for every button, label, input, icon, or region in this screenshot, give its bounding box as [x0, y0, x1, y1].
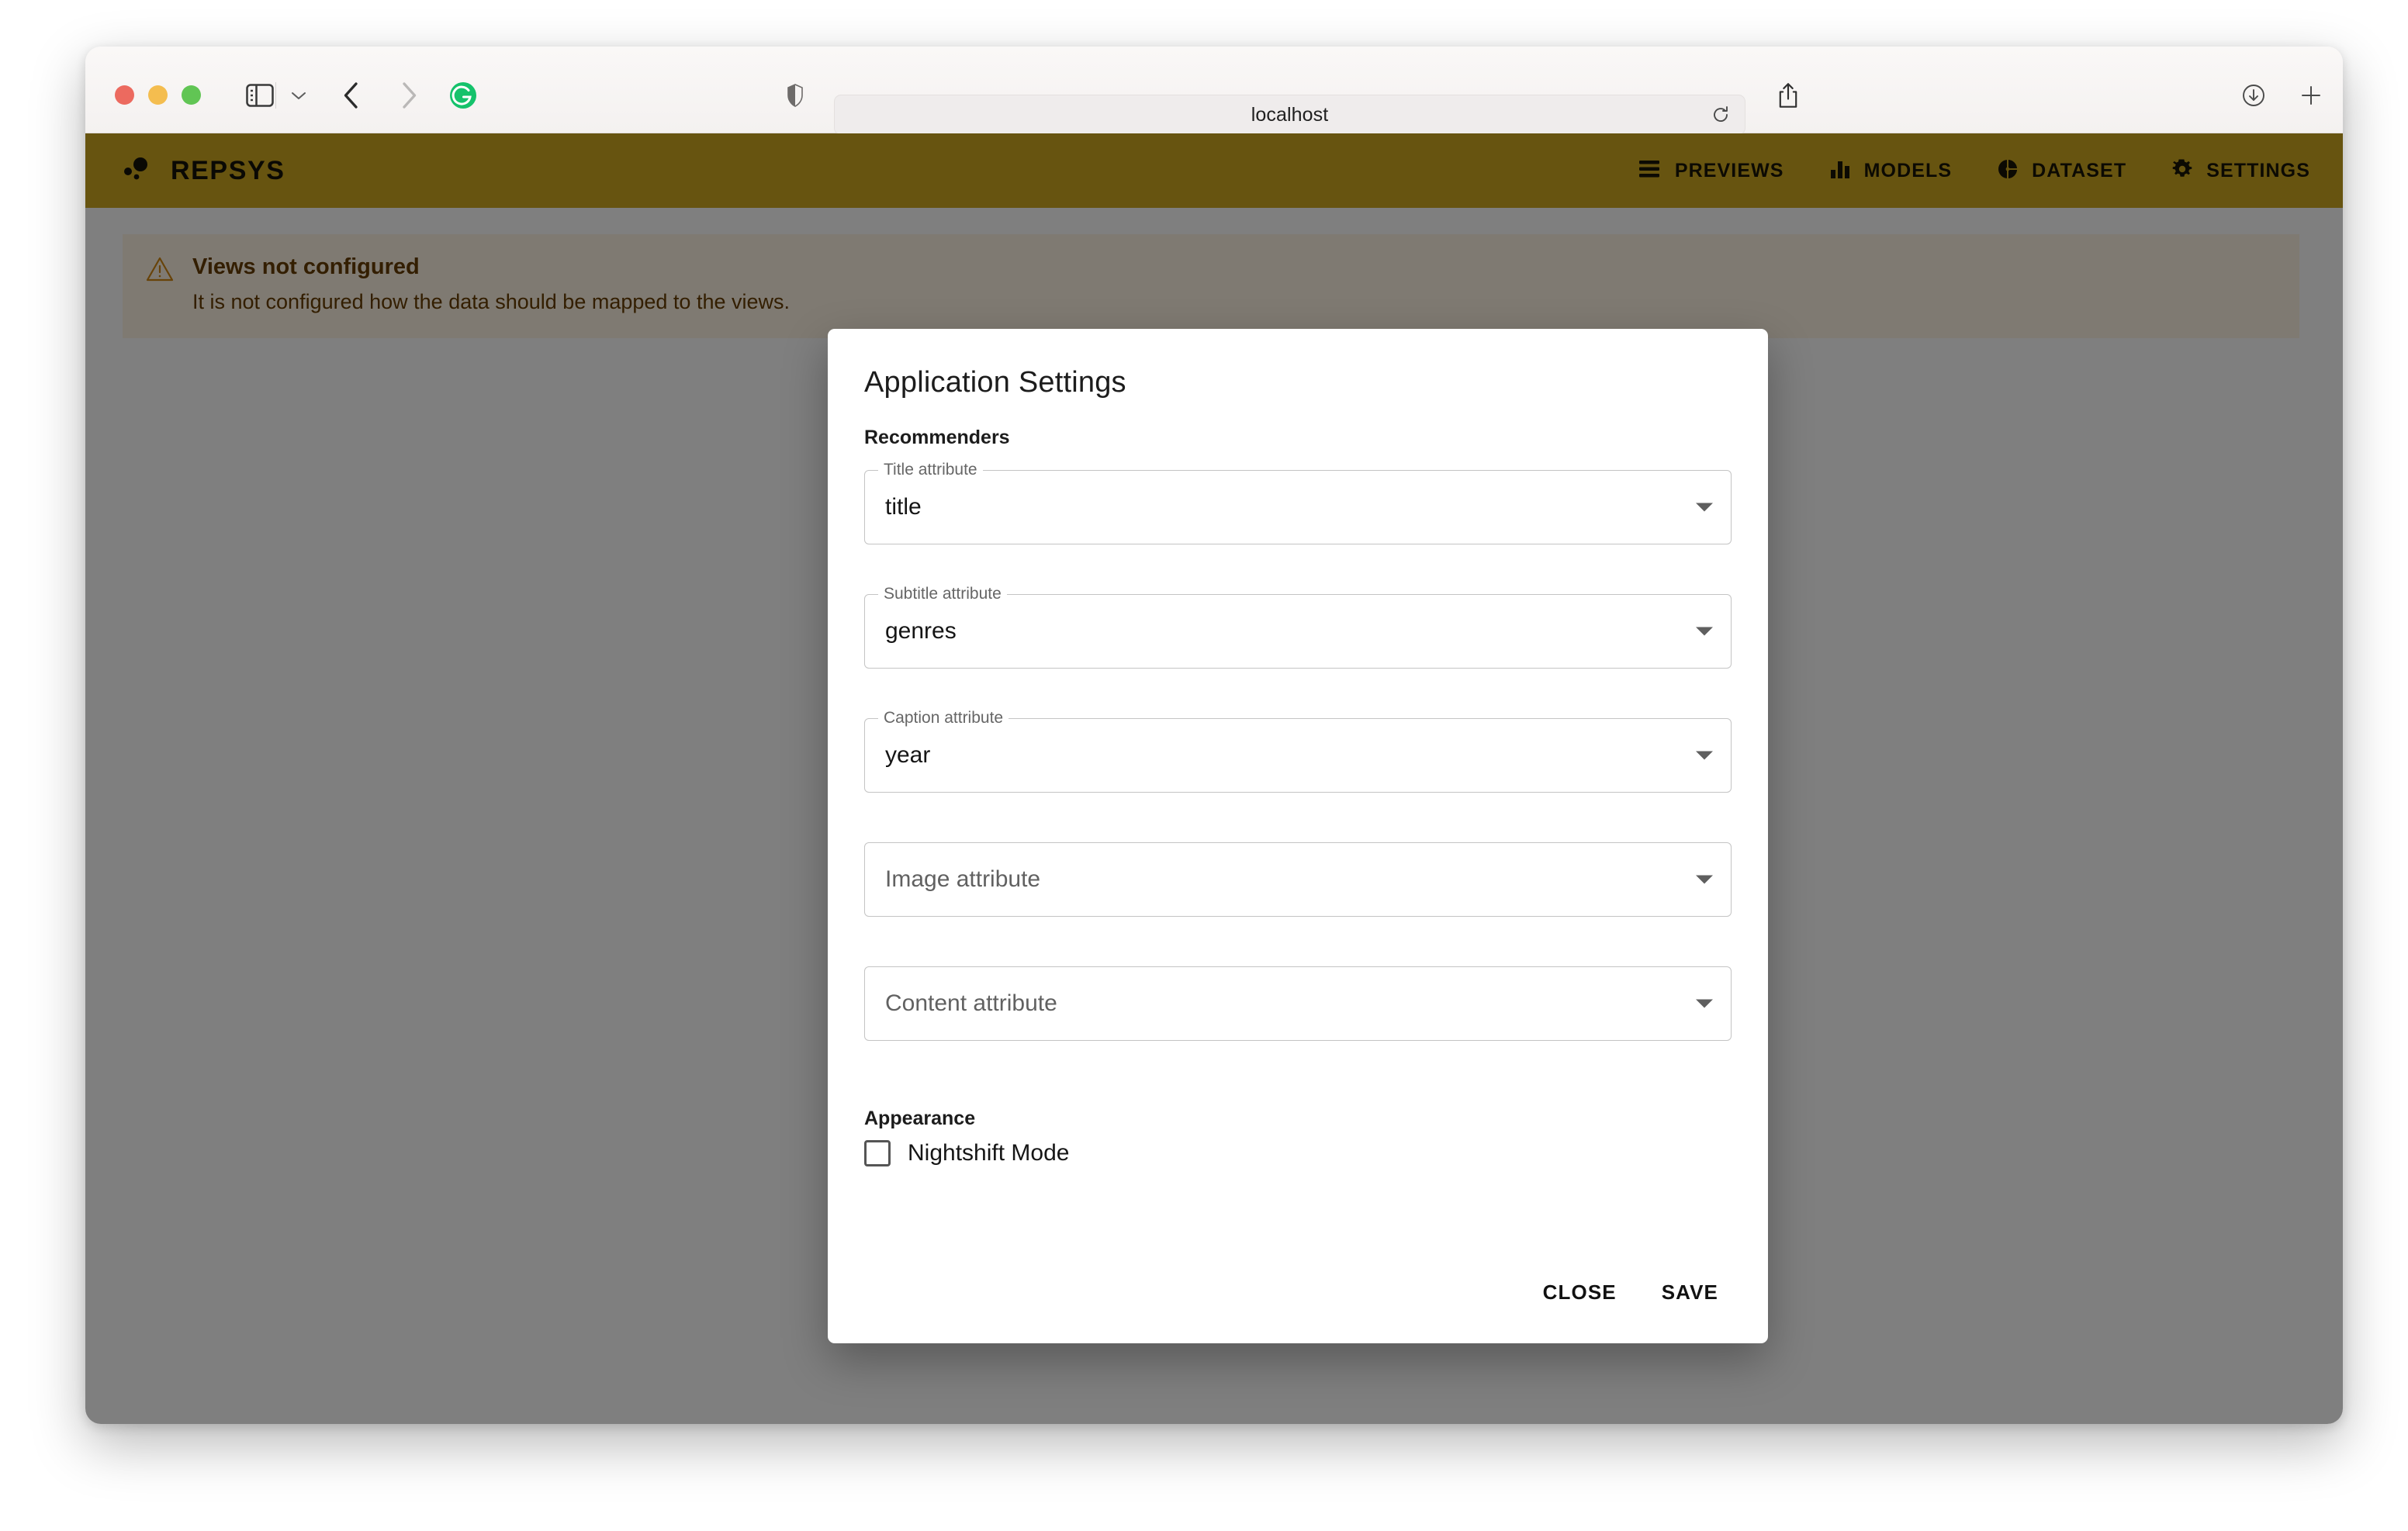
traffic-lights — [115, 85, 201, 105]
field-outline — [864, 470, 1732, 544]
content-attribute-select[interactable]: Content attribute — [864, 966, 1732, 1041]
share-icon[interactable] — [1769, 76, 1808, 115]
downloads-icon[interactable] — [2234, 76, 2273, 115]
dropdown-arrow-icon[interactable] — [1696, 875, 1713, 884]
title-attribute-label: Title attribute — [878, 460, 983, 480]
page-viewport: REPSYS PREVIEWS — [85, 133, 2343, 1424]
zoom-window-button[interactable] — [182, 85, 201, 105]
title-attribute-select[interactable]: Title attribute title — [864, 460, 1732, 544]
caption-attribute-label: Caption attribute — [878, 708, 1009, 728]
browser-toolbar: localhost — [85, 47, 2343, 135]
minimize-window-button[interactable] — [148, 85, 168, 105]
dialog-title: Application Settings — [864, 366, 1126, 399]
section-heading-appearance: Appearance — [864, 1108, 976, 1129]
close-button[interactable]: CLOSE — [1526, 1270, 1634, 1315]
dialog-actions: CLOSE SAVE — [1526, 1270, 1735, 1315]
sidebar-toggle-icon[interactable] — [240, 76, 279, 115]
caption-attribute-value: year — [885, 742, 931, 768]
field-outline — [864, 594, 1732, 669]
shield-icon[interactable] — [776, 76, 815, 115]
image-attribute-select[interactable]: Image attribute — [864, 842, 1732, 917]
nightshift-mode-label: Nightshift Mode — [908, 1140, 1070, 1166]
close-window-button[interactable] — [115, 85, 134, 105]
dropdown-arrow-icon[interactable] — [1696, 999, 1713, 1008]
url-text: localhost — [1251, 103, 1329, 126]
caption-attribute-select[interactable]: Caption attribute year — [864, 708, 1732, 793]
content-attribute-placeholder: Content attribute — [885, 990, 1057, 1016]
dropdown-arrow-icon[interactable] — [1696, 503, 1713, 512]
nightshift-mode-checkbox[interactable] — [864, 1140, 891, 1166]
application-settings-dialog: Application Settings Recommenders Title … — [828, 329, 1768, 1343]
title-attribute-value: title — [885, 494, 922, 520]
image-attribute-placeholder: Image attribute — [885, 866, 1041, 892]
section-heading-recommenders: Recommenders — [864, 427, 1010, 448]
dropdown-arrow-icon[interactable] — [1696, 751, 1713, 760]
dropdown-arrow-icon[interactable] — [1696, 627, 1713, 636]
reload-icon[interactable] — [1707, 102, 1734, 128]
nightshift-mode-row[interactable]: Nightshift Mode — [864, 1140, 1069, 1166]
save-button[interactable]: SAVE — [1645, 1270, 1735, 1315]
chevron-down-icon[interactable] — [285, 76, 312, 115]
toolbar-divider — [275, 82, 276, 109]
field-outline — [864, 718, 1732, 793]
forward-arrow-icon[interactable] — [389, 76, 428, 115]
new-tab-icon[interactable] — [2292, 76, 2330, 115]
grammarly-icon[interactable] — [444, 76, 483, 115]
back-arrow-icon[interactable] — [332, 76, 371, 115]
browser-window: localhost Application Settings Recommend… — [85, 47, 2343, 1424]
address-bar[interactable]: localhost — [834, 95, 1745, 135]
subtitle-attribute-label: Subtitle attribute — [878, 584, 1007, 604]
subtitle-attribute-value: genres — [885, 618, 957, 644]
subtitle-attribute-select[interactable]: Subtitle attribute genres — [864, 584, 1732, 669]
